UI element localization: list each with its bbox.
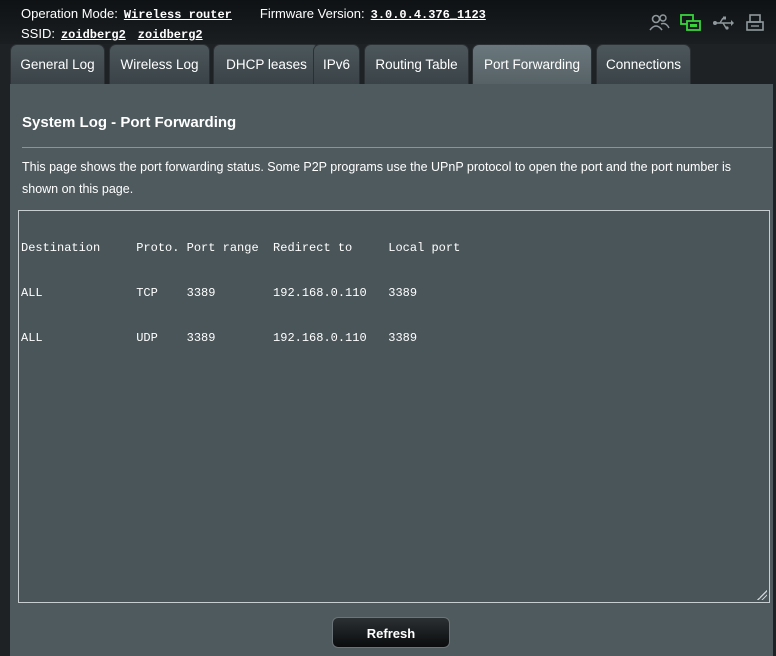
tab-port-forwarding[interactable]: Port Forwarding: [472, 44, 592, 84]
resize-grip-icon[interactable]: [757, 590, 767, 600]
tab-connections[interactable]: Connections: [596, 44, 691, 84]
ssid-label: SSID:: [21, 26, 55, 41]
ssid-link-2[interactable]: zoidberg2: [138, 28, 203, 42]
clients-icon[interactable]: [648, 13, 670, 33]
firmware-version-link[interactable]: 3.0.0.4.376_1123: [371, 8, 486, 22]
refresh-button[interactable]: Refresh: [332, 617, 450, 648]
operation-mode-row: Operation Mode: Wireless router Firmware V…: [21, 6, 486, 22]
firmware-label: Firmware Version:: [259, 6, 365, 21]
status-icons: [648, 12, 766, 34]
printer-icon[interactable]: [744, 13, 766, 33]
tab-ipv6[interactable]: IPv6: [313, 44, 360, 84]
title-divider: [22, 147, 772, 148]
tab-dhcp-leases[interactable]: DHCP leases: [213, 44, 320, 84]
tab-routing-table[interactable]: Routing Table: [364, 44, 469, 84]
operation-mode-link[interactable]: Wireless router: [124, 8, 232, 22]
usb-icon[interactable]: [712, 13, 734, 33]
ssid-row: SSID: zoidberg2 zoidberg2: [21, 26, 203, 42]
tab-general-log[interactable]: General Log: [10, 44, 105, 84]
port-forwarding-log-textarea[interactable]: Destination Proto. Port range Redirect t…: [18, 210, 770, 603]
content-panel: System Log - Port Forwarding This page s…: [10, 84, 773, 656]
tab-wireless-log[interactable]: Wireless Log: [109, 44, 210, 84]
log-line: ALL TCP 3389 192.168.0.110 3389: [21, 286, 418, 300]
header-bar: Operation Mode: Wireless router Firmware V…: [0, 0, 776, 44]
ssid-link-1[interactable]: zoidberg2: [61, 28, 126, 42]
page-description: This page shows the port forwarding stat…: [22, 160, 731, 196]
network-icon[interactable]: [680, 13, 702, 33]
log-header-line: Destination Proto. Port range Redirect t…: [21, 241, 461, 255]
log-line: ALL UDP 3389 192.168.0.110 3389: [21, 331, 418, 345]
page-title: System Log - Port Forwarding: [22, 114, 237, 131]
operation-mode-label: Operation Mode:: [21, 6, 118, 21]
